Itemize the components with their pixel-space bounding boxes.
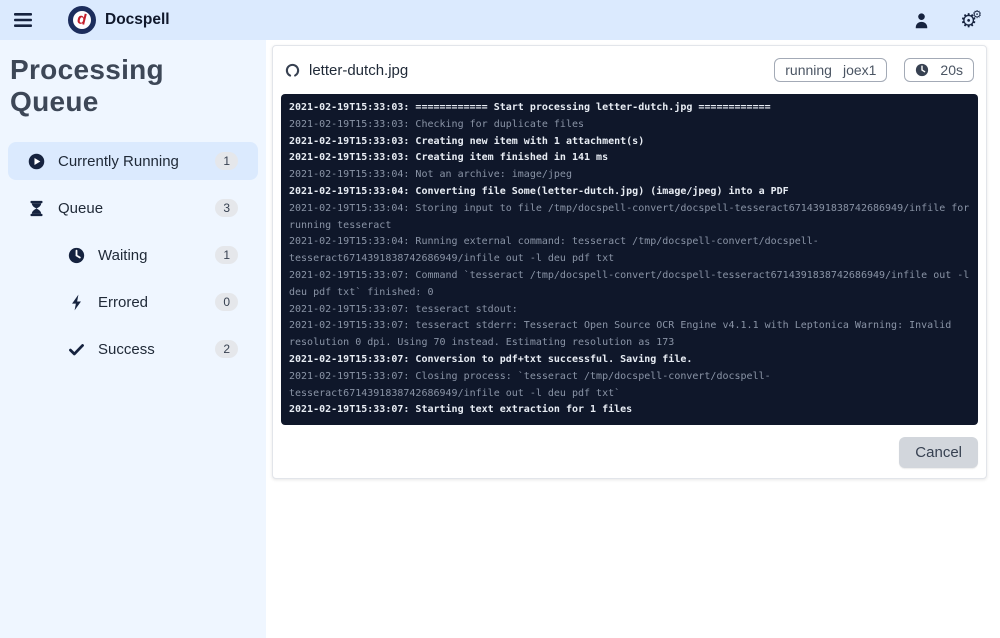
log-line: 2021-02-19T15:33:07: tesseract stdout:: [289, 303, 518, 315]
log-line: 2021-02-19T15:33:07: Command `tesseract …: [289, 269, 976, 298]
sidebar-item-count-badge: 2: [215, 340, 238, 358]
log-line: 2021-02-19T15:33:07: Starting text extra…: [289, 404, 633, 416]
sidebar-item-currently-running[interactable]: Currently Running 1: [8, 142, 258, 180]
sidebar-item-count-badge: 3: [215, 199, 238, 217]
app-logo[interactable]: d Docspell: [68, 6, 170, 34]
clock-icon: [68, 247, 85, 264]
job-worker: joex1: [842, 62, 877, 78]
cancel-button[interactable]: Cancel: [899, 437, 978, 469]
sidebar-item-count-badge: 0: [215, 293, 238, 311]
sidebar-item-label: Success: [98, 340, 155, 358]
page-title: Processing Queue: [10, 54, 164, 117]
log-line: 2021-02-19T15:33:03: Creating item finis…: [289, 152, 609, 164]
job-log-console[interactable]: 2021-02-19T15:33:03: ============ Start …: [281, 94, 978, 426]
log-line: 2021-02-19T15:33:07: tesseract stderr: T…: [289, 320, 958, 349]
job-title: letter-dutch.jpg: [309, 61, 409, 79]
clock-icon: [915, 63, 929, 77]
sidebar-item-errored[interactable]: Errored 0: [48, 283, 258, 321]
sidebar-item-label: Errored: [98, 293, 149, 311]
main-content: letter-dutch.jpg running joex1 20s 2021-…: [266, 40, 1000, 638]
job-state: running: [785, 62, 832, 78]
log-line: 2021-02-19T15:33:07: Conversion to pdf+t…: [289, 353, 693, 365]
log-line: 2021-02-19T15:33:04: Storing input to fi…: [289, 202, 976, 231]
topbar: d Docspell ⚙⚙: [0, 0, 1000, 40]
sidebar-item-count-badge: 1: [215, 152, 238, 170]
job-duration: 20s: [940, 62, 963, 78]
log-line: 2021-02-19T15:33:04: Not an archive: ima…: [289, 169, 572, 181]
play-circle-icon: [28, 153, 45, 170]
menu-icon[interactable]: [12, 10, 34, 30]
job-state-badge: running joex1: [774, 58, 888, 82]
sidebar-item-label: Waiting: [98, 246, 148, 264]
sidebar-item-success[interactable]: Success 2: [48, 330, 258, 368]
log-line: 2021-02-19T15:33:03: Checking for duplic…: [289, 118, 585, 130]
log-line: 2021-02-19T15:33:04: Running external co…: [289, 236, 819, 265]
docspell-logo-icon: d: [68, 6, 96, 34]
sidebar-item-label: Queue: [58, 199, 104, 217]
log-line: 2021-02-19T15:33:03: ============ Start …: [289, 102, 771, 113]
user-icon[interactable]: [911, 10, 932, 31]
hourglass-icon: [28, 200, 45, 217]
app-title: Docspell: [105, 11, 170, 28]
gears-icon[interactable]: ⚙⚙: [958, 7, 984, 33]
log-line: 2021-02-19T15:33:04: Converting file Som…: [289, 185, 789, 197]
job-card: letter-dutch.jpg running joex1 20s 2021-…: [272, 45, 987, 480]
job-duration-badge: 20s: [904, 58, 974, 82]
job-card-header: letter-dutch.jpg running joex1 20s: [281, 54, 978, 94]
sidebar: Processing Queue Currently Running 1 Que…: [0, 40, 266, 638]
sidebar-item-waiting[interactable]: Waiting 1: [48, 236, 258, 274]
sidebar-item-label: Currently Running: [58, 152, 179, 170]
page-body: Processing Queue Currently Running 1 Que…: [0, 40, 1000, 638]
spinner-icon: [285, 63, 300, 78]
check-icon: [68, 341, 85, 358]
bolt-icon: [68, 294, 85, 311]
sidebar-nav: Currently Running 1 Queue 3 Waiting 1 Er…: [8, 142, 258, 368]
log-line: 2021-02-19T15:33:07: Closing process: `t…: [289, 370, 771, 399]
log-line: 2021-02-19T15:33:03: Creating new item w…: [289, 135, 645, 147]
sidebar-item-count-badge: 1: [215, 246, 238, 264]
job-card-footer: Cancel: [281, 425, 978, 470]
sidebar-item-queue[interactable]: Queue 3: [8, 189, 258, 227]
